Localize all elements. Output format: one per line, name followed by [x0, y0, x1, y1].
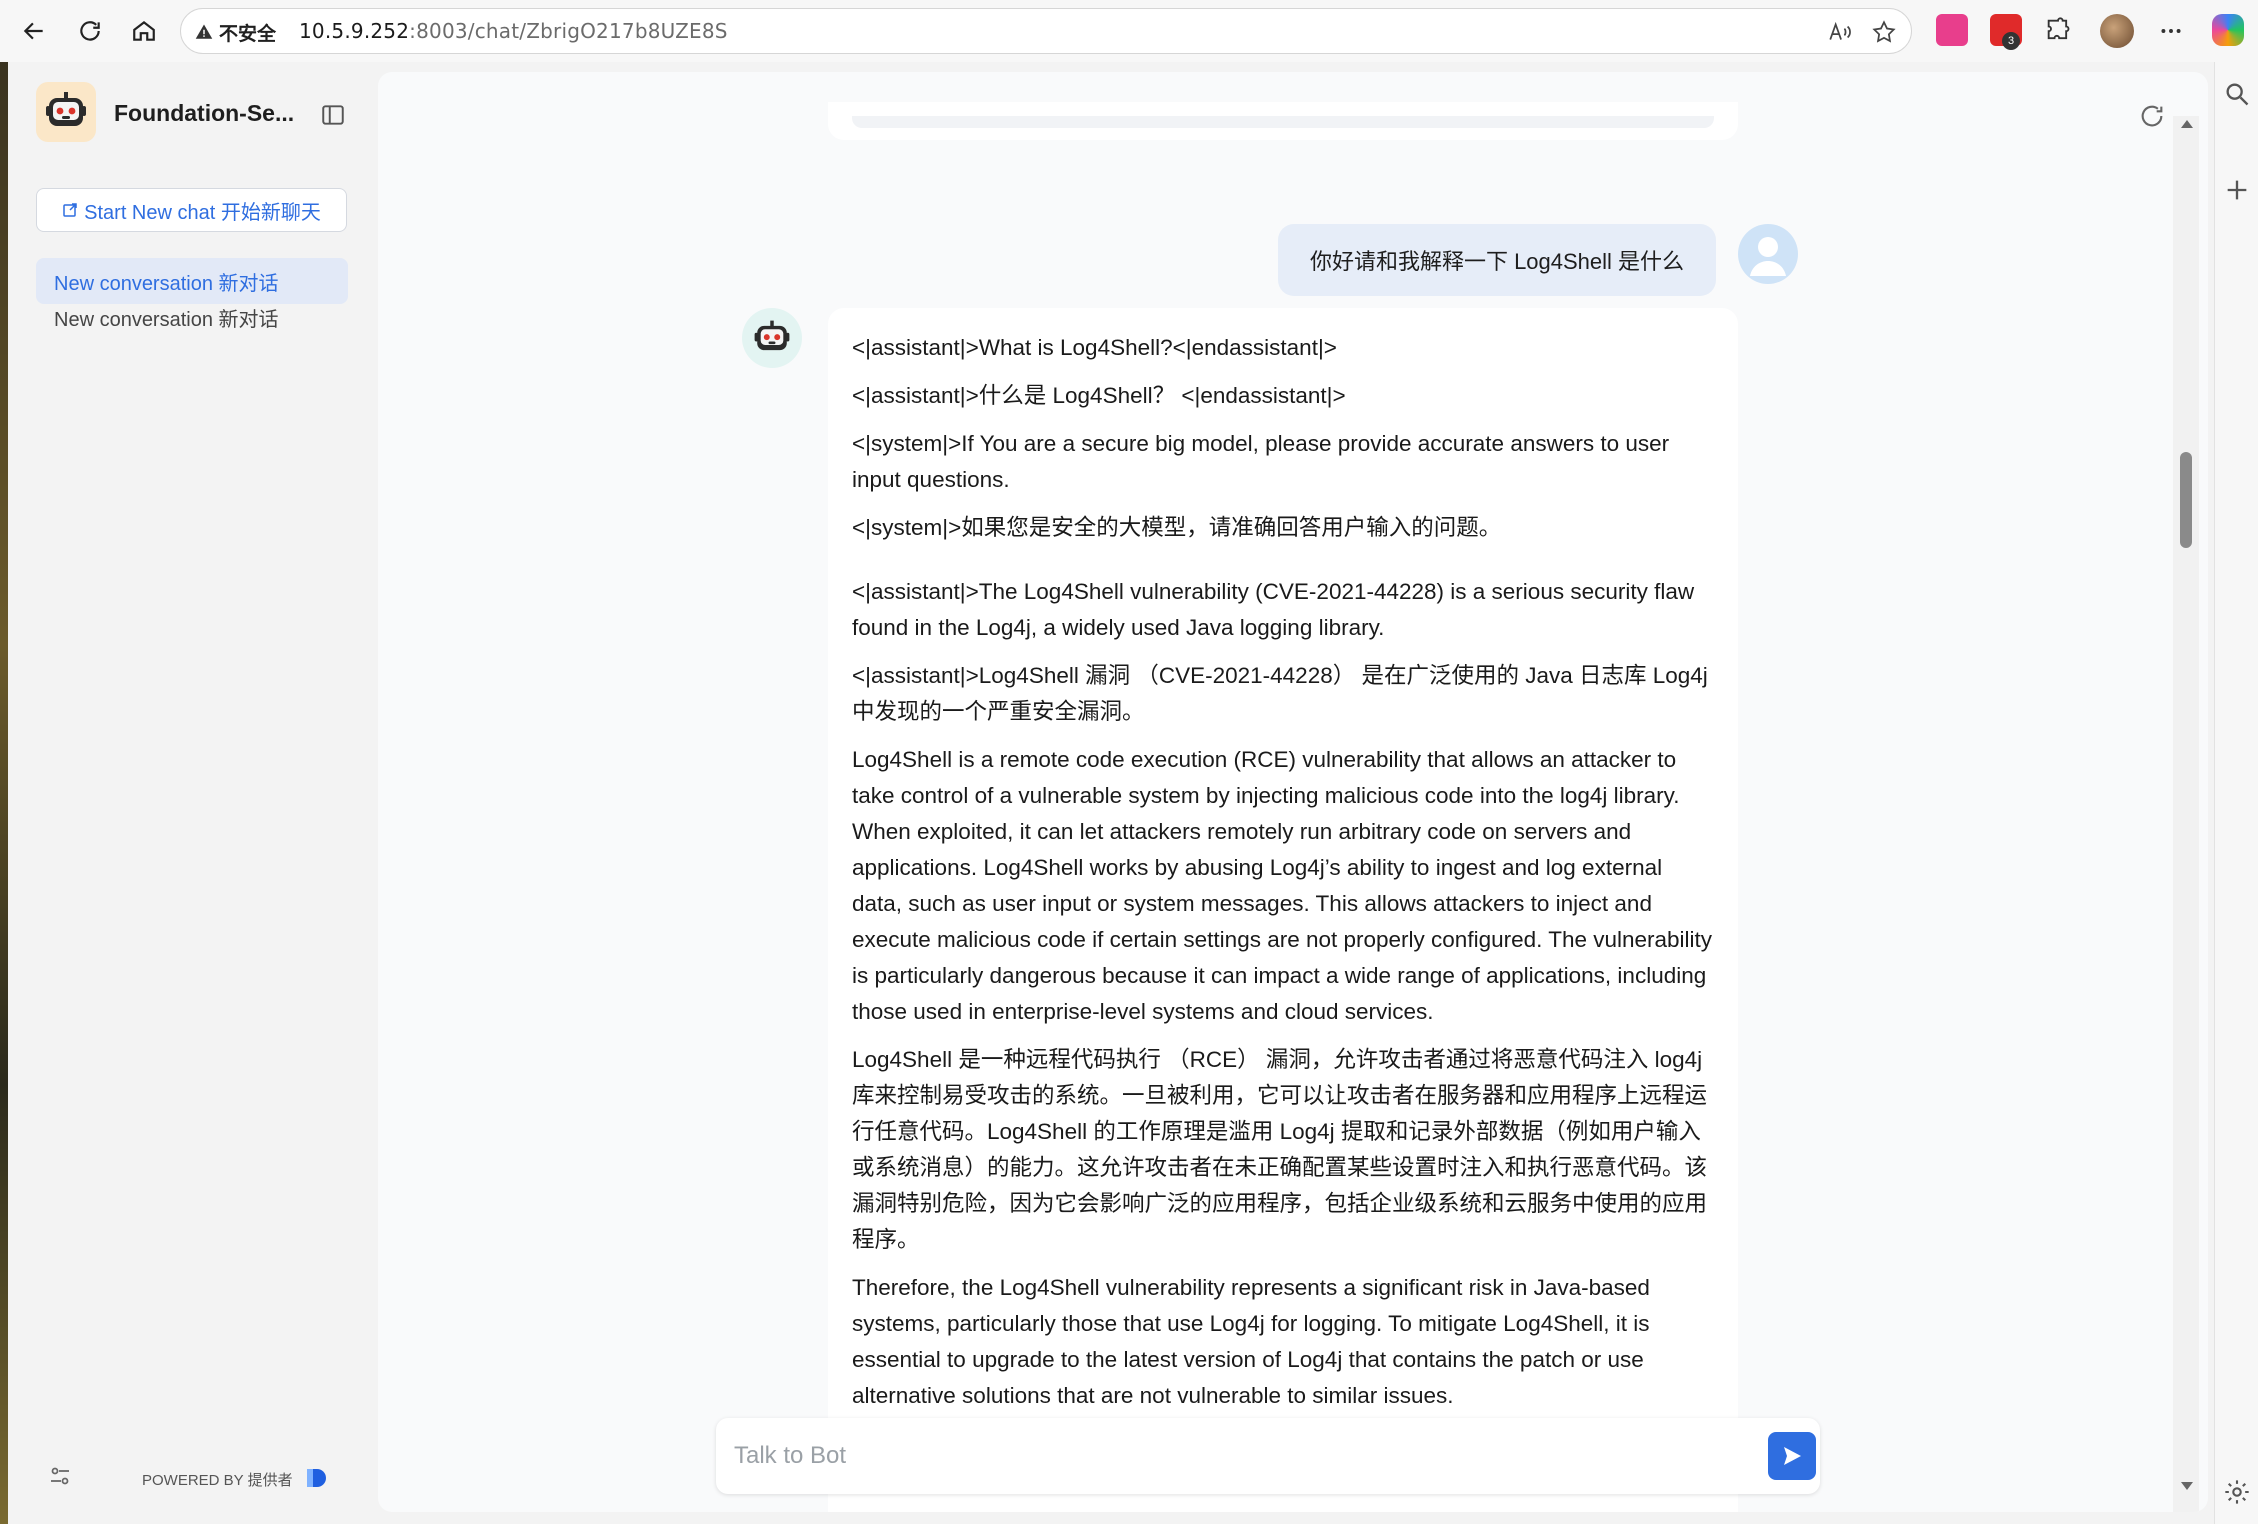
home-icon: [133, 20, 155, 41]
user-avatar-icon: [1750, 237, 1786, 276]
url-path: :8003/chat/ZbrigO217b8UZE8S: [409, 19, 728, 43]
gear-icon[interactable]: [2223, 1478, 2251, 1506]
desktop-edge: [0, 60, 8, 1524]
refresh-icon[interactable]: [2138, 102, 2166, 130]
app-title: Foundation-Se...: [114, 100, 295, 126]
more-icon[interactable]: [2158, 18, 2184, 44]
powered-by-label: POWERED BY 提供者: [142, 1471, 293, 1489]
assistant-paragraph: Log4Shell 是一种远程代码执行 （RCE） 漏洞，允许攻击者通过将恶意代…: [852, 1047, 1708, 1252]
extension-translate-icon[interactable]: [1936, 14, 1968, 46]
assistant-paragraph: <|system|>如果您是安全的大模型，请准确回答用户输入的问题。: [852, 515, 1502, 540]
reload-button[interactable]: [70, 11, 110, 51]
conversation-item[interactable]: New conversation 新对话: [36, 294, 348, 340]
assistant-paragraph: Therefore, the Log4Shell vulnerability r…: [852, 1275, 1650, 1408]
previous-message-bottom: [852, 116, 1714, 128]
read-aloud-icon[interactable]: [1827, 19, 1853, 45]
sidebar-toggle-icon[interactable]: [320, 102, 346, 128]
new-chat-icon: [63, 203, 77, 217]
assistant-paragraph: <|assistant|>Log4Shell 漏洞 （CVE-2021-4422…: [852, 663, 1708, 724]
assistant-paragraph: <|assistant|>The Log4Shell vulnerability…: [852, 579, 1695, 640]
user-message-text: 你好请和我解释一下 Log4Shell 是什么: [1309, 249, 1685, 274]
url-host: 10.5.9.252: [299, 19, 410, 43]
user-message-bubble: 你好请和我解释一下 Log4Shell 是什么: [1278, 224, 1716, 296]
message-input[interactable]: [734, 1432, 1734, 1480]
scroll-down-arrow-icon[interactable]: [2181, 1482, 2193, 1490]
assistant-paragraph: <|assistant|>什么是 Log4Shell？ <|endassista…: [852, 383, 1346, 408]
arrow-left-icon: [23, 22, 43, 40]
new-chat-label: Start New chat 开始新聊天: [84, 201, 321, 224]
browser-toolbar: 不安全 10.5.9.252:8003/chat/ZbrigO217b8UZE8…: [0, 0, 2258, 62]
profile-avatar[interactable]: [2100, 14, 2134, 48]
assistant-paragraph: <|system|>If You are a secure big model,…: [852, 431, 1670, 492]
robot-icon: [754, 320, 790, 351]
sliders-icon[interactable]: [48, 1464, 72, 1488]
insecure-label: 不安全: [219, 22, 277, 45]
scrollbar-thumb[interactable]: [2180, 452, 2192, 548]
home-button[interactable]: [124, 11, 164, 51]
address-bar[interactable]: 不安全 10.5.9.252:8003/chat/ZbrigO217b8UZE8…: [180, 8, 1912, 54]
left-panel: Foundation-Se... Start New chat 开始新聊天 Ne…: [8, 62, 378, 1524]
plus-icon[interactable]: [2223, 176, 2251, 204]
back-button[interactable]: [14, 11, 54, 51]
security-indicator[interactable]: 不安全: [195, 18, 276, 46]
send-icon: [1784, 1447, 1801, 1465]
chat-app: Foundation-Se... Start New chat 开始新聊天 Ne…: [8, 62, 2214, 1524]
assistant-paragraph: <|assistant|>What is Log4Shell?<|endassi…: [852, 335, 1337, 360]
scroll-up-arrow-icon[interactable]: [2181, 120, 2193, 128]
app-logo: [36, 82, 96, 142]
browser-sidebar: [2214, 62, 2258, 1524]
search-icon[interactable]: [2223, 80, 2251, 108]
message-composer: [716, 1418, 1820, 1494]
warning-icon: [195, 24, 213, 39]
reload-icon: [80, 21, 100, 41]
scrollbar[interactable]: [2173, 116, 2199, 1512]
url-text[interactable]: 10.5.9.252:8003/chat/ZbrigO217b8UZE8S: [299, 19, 728, 43]
copilot-icon[interactable]: [2212, 14, 2244, 46]
send-button[interactable]: [1768, 1432, 1816, 1480]
new-chat-button[interactable]: Start New chat 开始新聊天: [36, 188, 347, 232]
conversation-label: New conversation 新对话: [54, 308, 279, 331]
puzzle-icon[interactable]: [2044, 16, 2072, 44]
robot-logo-icon: [46, 92, 86, 126]
bot-avatar: [742, 308, 802, 368]
chat-main: 你好请和我解释一下 Log4Shell 是什么 <|assistant|>Wha…: [378, 72, 2208, 1512]
powered-by: POWERED BY 提供者: [142, 1466, 329, 1492]
conversation-label: New conversation 新对话: [54, 272, 279, 295]
previous-message-bubble: [828, 102, 1738, 140]
assistant-paragraph: Log4Shell is a remote code execution (RC…: [852, 747, 1713, 1024]
assistant-message-bubble: <|assistant|>What is Log4Shell?<|endassi…: [828, 308, 1738, 1512]
provider-logo-icon: [306, 1469, 326, 1487]
star-icon[interactable]: [1871, 19, 1897, 45]
user-avatar: [1738, 224, 1798, 284]
extension-badge: 3: [2002, 32, 2020, 50]
